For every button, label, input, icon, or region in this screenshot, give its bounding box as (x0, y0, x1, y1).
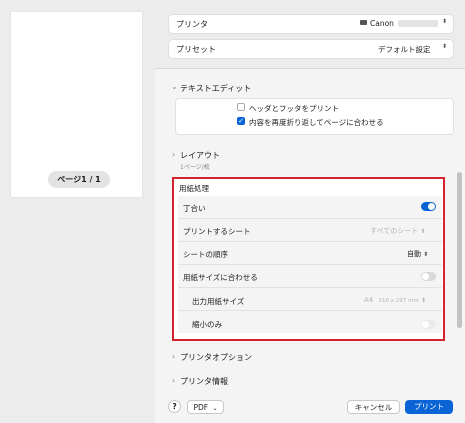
scale-down-only-label: 縮小のみ (192, 320, 222, 329)
chevron-right-icon[interactable]: › (172, 150, 175, 159)
cancel-button[interactable]: キャンセル (347, 400, 400, 414)
help-button[interactable]: ? (168, 400, 181, 413)
page-order-popup[interactable]: 自動 ⬍ (407, 249, 428, 259)
print-button[interactable]: プリント (405, 400, 453, 414)
printer-label: プリンタ (176, 20, 208, 29)
chevron-right-icon[interactable]: › (172, 352, 175, 361)
page-preview (11, 12, 142, 197)
chevron-right-icon[interactable]: › (172, 376, 175, 385)
printer-icon (360, 20, 367, 25)
pdf-menu-button[interactable]: PDF ⌄ (187, 400, 224, 414)
header-footer-checkbox[interactable] (237, 103, 245, 111)
preset-value: デフォルト設定 (378, 45, 431, 54)
layout-subtitle: 1ページ/枚 (180, 164, 210, 171)
preset-popup[interactable]: デフォルト設定 ⬍ (378, 43, 448, 55)
dest-paper-popup[interactable]: A4 210 x 297 mm ⬍ (364, 296, 426, 304)
scale-to-fit-toggle[interactable] (421, 272, 436, 281)
pages-to-print-value: すべてのシート (370, 227, 419, 235)
textedit-section-title[interactable]: テキストエディット (180, 83, 251, 94)
pdf-label: PDF (193, 403, 209, 412)
page-order-label: シートの順序 (183, 250, 228, 259)
page-indicator[interactable]: ページ1 / 1 (48, 171, 110, 188)
paper-handling-title: 用紙処理 (179, 184, 209, 193)
chevron-updown-icon: ⬍ (442, 18, 448, 25)
chevron-updown-icon: ⬍ (423, 251, 429, 258)
chevron-down-icon[interactable]: ⌄ (171, 82, 178, 91)
dest-paper-value: A4 (364, 296, 374, 304)
scale-to-fit-label: 用紙サイズに合わせる (183, 273, 258, 282)
chevron-updown-icon: ⬍ (420, 297, 426, 304)
dest-paper-size: 210 x 297 mm (378, 298, 419, 304)
rewrap-checkbox[interactable]: ✓ (237, 117, 245, 125)
scale-down-only-toggle[interactable] (421, 320, 436, 329)
printer-popup[interactable]: Canon ⬍ (360, 18, 448, 30)
collate-label: 丁合い (183, 204, 206, 213)
pages-to-print-popup[interactable]: すべてのシート ⬍ (370, 226, 426, 236)
chevron-down-icon: ⌄ (212, 405, 218, 412)
scrollbar[interactable] (457, 172, 462, 328)
printer-options-title[interactable]: プリンタオプション (180, 352, 252, 363)
dest-paper-label: 出力用紙サイズ (192, 297, 245, 306)
collate-row (178, 196, 442, 218)
preset-label: プリセット (176, 45, 216, 54)
chevron-updown-icon: ⬍ (442, 43, 448, 50)
printer-name: Canon (370, 19, 394, 28)
header-footer-label: ヘッダとフッタをプリント (249, 104, 339, 113)
printer-name-redacted (398, 20, 438, 27)
printer-info-title[interactable]: プリンタ情報 (180, 376, 228, 387)
rewrap-label: 内容を再度折り返してページに合わせる (249, 118, 384, 127)
layout-section-title[interactable]: レイアウト (180, 150, 220, 161)
chevron-updown-icon: ⬍ (420, 228, 426, 235)
pages-to-print-label: プリントするシート (183, 227, 251, 236)
collate-toggle[interactable] (421, 202, 436, 211)
page-order-value: 自動 (407, 250, 421, 258)
header-separator (155, 68, 465, 69)
